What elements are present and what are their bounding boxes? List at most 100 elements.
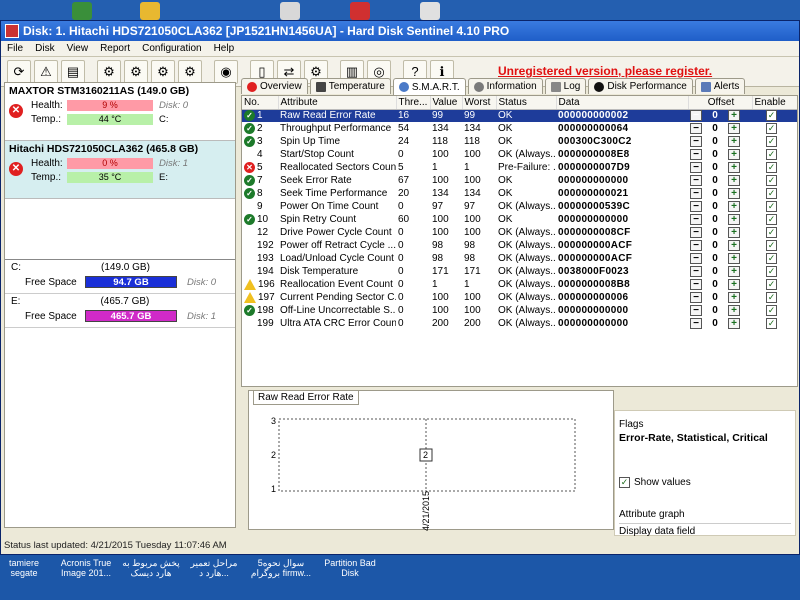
col-header-data[interactable]: Data — [556, 96, 689, 110]
disk-card-maxtor[interactable]: MAXTOR STM3160211AS (149.0 GB) ✕ Health:… — [5, 83, 235, 141]
warning-icon[interactable]: ⚠ — [34, 59, 58, 84]
desktop-icon-partition-bad-disk[interactable]: Partition Bad Disk — [318, 558, 382, 578]
menu-file[interactable]: File — [7, 43, 23, 54]
offset-decrease-button[interactable]: − — [690, 279, 702, 290]
offset-increase-button[interactable]: + — [728, 188, 740, 199]
offset-decrease-button[interactable]: − — [690, 149, 702, 160]
enable-checkbox[interactable]: ✓ — [766, 201, 777, 212]
offset-increase-button[interactable]: + — [728, 123, 740, 134]
table-row[interactable]: ✓ 7 Seek Error Rate 67 100 100 OK 000000000000−… — [242, 174, 797, 187]
enable-checkbox[interactable]: ✓ — [766, 305, 777, 316]
table-row[interactable]: 196 Reallocation Event Count 0 1 1 OK (Always… — [242, 278, 797, 291]
offset-increase-button[interactable]: + — [728, 266, 740, 277]
enable-checkbox[interactable]: ✓ — [766, 175, 777, 186]
offset-increase-button[interactable]: + — [728, 175, 740, 186]
offset-increase-button[interactable]: + — [728, 292, 740, 303]
offset-decrease-button[interactable]: − — [690, 227, 702, 238]
report-icon[interactable]: ▤ — [61, 59, 85, 84]
offset-increase-button[interactable]: + — [728, 240, 740, 251]
enable-checkbox[interactable]: ✓ — [766, 136, 777, 147]
pdf-icon[interactable] — [350, 2, 370, 20]
tab-information[interactable]: Information — [467, 78, 543, 94]
menu-configuration[interactable]: Configuration — [142, 43, 201, 54]
offset-decrease-button[interactable]: − — [690, 123, 702, 134]
disk-test-3-icon[interactable]: ⚙ — [151, 59, 175, 84]
desktop-icon-tamiere-segate[interactable]: tamiere segate — [4, 558, 44, 578]
col-header-worst[interactable]: Worst — [462, 96, 497, 110]
document-icon[interactable] — [420, 2, 440, 20]
enable-checkbox[interactable]: ✓ — [766, 240, 777, 251]
tab-overview[interactable]: Overview — [241, 78, 308, 94]
enable-checkbox[interactable]: ✓ — [766, 162, 777, 173]
offset-decrease-button[interactable]: − — [690, 162, 702, 173]
offset-increase-button[interactable]: + — [728, 318, 740, 329]
offset-increase-button[interactable]: + — [728, 253, 740, 264]
table-row[interactable]: ✕ 5 Reallocated Sectors Count 5 1 1 Pre-Failur… — [242, 161, 797, 174]
offset-increase-button[interactable]: + — [728, 305, 740, 316]
table-row[interactable]: 193 Load/Unload Cycle Count 0 98 98 OK (Alway… — [242, 252, 797, 265]
offset-increase-button[interactable]: + — [728, 279, 740, 290]
disk-test-4-icon[interactable]: ⚙ — [178, 59, 202, 84]
desktop-app-icon[interactable] — [72, 2, 92, 20]
enable-checkbox[interactable]: ✓ — [766, 110, 777, 122]
enable-checkbox[interactable]: ✓ — [766, 214, 777, 225]
shortcut-icon[interactable] — [280, 2, 300, 20]
volume-c[interactable]: C: (149.0 GB) Free Space 94.7 GB Disk: 0 — [5, 260, 235, 294]
table-row[interactable]: ✓ 10 Spin Retry Count 60 100 100 OK 00000000000… — [242, 213, 797, 226]
col-header-attribute[interactable]: Attribute — [278, 96, 397, 110]
offset-decrease-button[interactable]: − — [690, 110, 702, 122]
disk-test-2-icon[interactable]: ⚙ — [124, 59, 148, 84]
offset-increase-button[interactable]: + — [728, 227, 740, 238]
table-row[interactable]: ✓ 2 Throughput Performance 54 134 134 OK 000000… — [242, 122, 797, 135]
table-row[interactable]: ✓ 198 Off-Line Uncorrectable S... 0 100 100 OK… — [242, 304, 797, 317]
offset-increase-button[interactable]: + — [728, 214, 740, 225]
tab-temperature[interactable]: Temperature — [309, 78, 391, 94]
col-header-threshold[interactable]: Thre... — [396, 96, 431, 110]
unregistered-link[interactable]: Unregistered version, please register. — [498, 64, 712, 78]
disk-test-icon[interactable]: ⚙ — [97, 59, 121, 84]
title-bar[interactable]: Disk: 1. Hitachi HDS721050CLA362 [JP1521… — [1, 21, 799, 41]
menu-help[interactable]: Help — [214, 43, 235, 54]
web-icon[interactable]: ◉ — [214, 59, 238, 84]
col-header-enable[interactable]: Enable — [752, 96, 797, 110]
table-row[interactable]: 194 Disk Temperature 0 171 171 OK (Always... 0… — [242, 265, 797, 278]
enable-checkbox[interactable]: ✓ — [766, 227, 777, 238]
offset-decrease-button[interactable]: − — [690, 214, 702, 225]
col-header-offset[interactable]: Offset — [688, 96, 753, 110]
offset-decrease-button[interactable]: − — [690, 188, 702, 199]
offset-increase-button[interactable]: + — [728, 136, 740, 147]
offset-decrease-button[interactable]: − — [690, 240, 702, 251]
offset-decrease-button[interactable]: − — [690, 201, 702, 212]
table-row[interactable]: 9 Power On Time Count 0 97 97 OK (Always... 00… — [242, 200, 797, 213]
offset-increase-button[interactable]: + — [728, 149, 740, 160]
enable-checkbox[interactable]: ✓ — [766, 149, 777, 160]
desktop-icon-firmware[interactable]: 5سوال نحوه بروگرام firmw... — [246, 558, 316, 578]
table-row[interactable]: 197 Current Pending Sector C... 0 100 100 OK … — [242, 291, 797, 304]
desktop-icon-repair-steps[interactable]: مراحل تعمیر هارد د... — [184, 558, 244, 578]
folder-icon[interactable] — [140, 2, 160, 20]
tab-alerts[interactable]: Alerts — [694, 78, 746, 94]
enable-checkbox[interactable]: ✓ — [766, 279, 777, 290]
volume-e[interactable]: E: (465.7 GB) Free Space 465.7 GB Disk: … — [5, 294, 235, 328]
enable-checkbox[interactable]: ✓ — [766, 266, 777, 277]
offset-decrease-button[interactable]: − — [690, 266, 702, 277]
offset-decrease-button[interactable]: − — [690, 253, 702, 264]
offset-increase-button[interactable]: + — [728, 110, 740, 122]
offset-decrease-button[interactable]: − — [690, 318, 702, 329]
refresh-icon[interactable]: ⟳ — [7, 59, 31, 84]
table-row[interactable]: 4 Start/Stop Count 0 100 100 OK (Always... 000… — [242, 148, 797, 161]
tab-smart[interactable]: S.M.A.R.T. — [392, 78, 466, 95]
show-values-option[interactable]: ✓ Show values — [619, 477, 691, 488]
offset-decrease-button[interactable]: − — [690, 136, 702, 147]
table-row[interactable]: ✓ 8 Seek Time Performance 20 134 134 OK 0000000… — [242, 187, 797, 200]
table-row[interactable]: 192 Power off Retract Cycle ... 0 98 98 OK (A… — [242, 239, 797, 252]
table-row[interactable]: 12 Drive Power Cycle Count 0 100 100 OK (Alwa… — [242, 226, 797, 239]
offset-decrease-button[interactable]: − — [690, 305, 702, 316]
graph-tab[interactable]: Raw Read Error Rate — [253, 391, 359, 405]
col-header-no[interactable]: No. — [242, 96, 279, 110]
offset-increase-button[interactable]: + — [728, 162, 740, 173]
col-header-value[interactable]: Value — [430, 96, 463, 110]
enable-checkbox[interactable]: ✓ — [766, 253, 777, 264]
offset-decrease-button[interactable]: − — [690, 175, 702, 186]
tab-disk-performance[interactable]: Disk Performance — [588, 78, 693, 94]
